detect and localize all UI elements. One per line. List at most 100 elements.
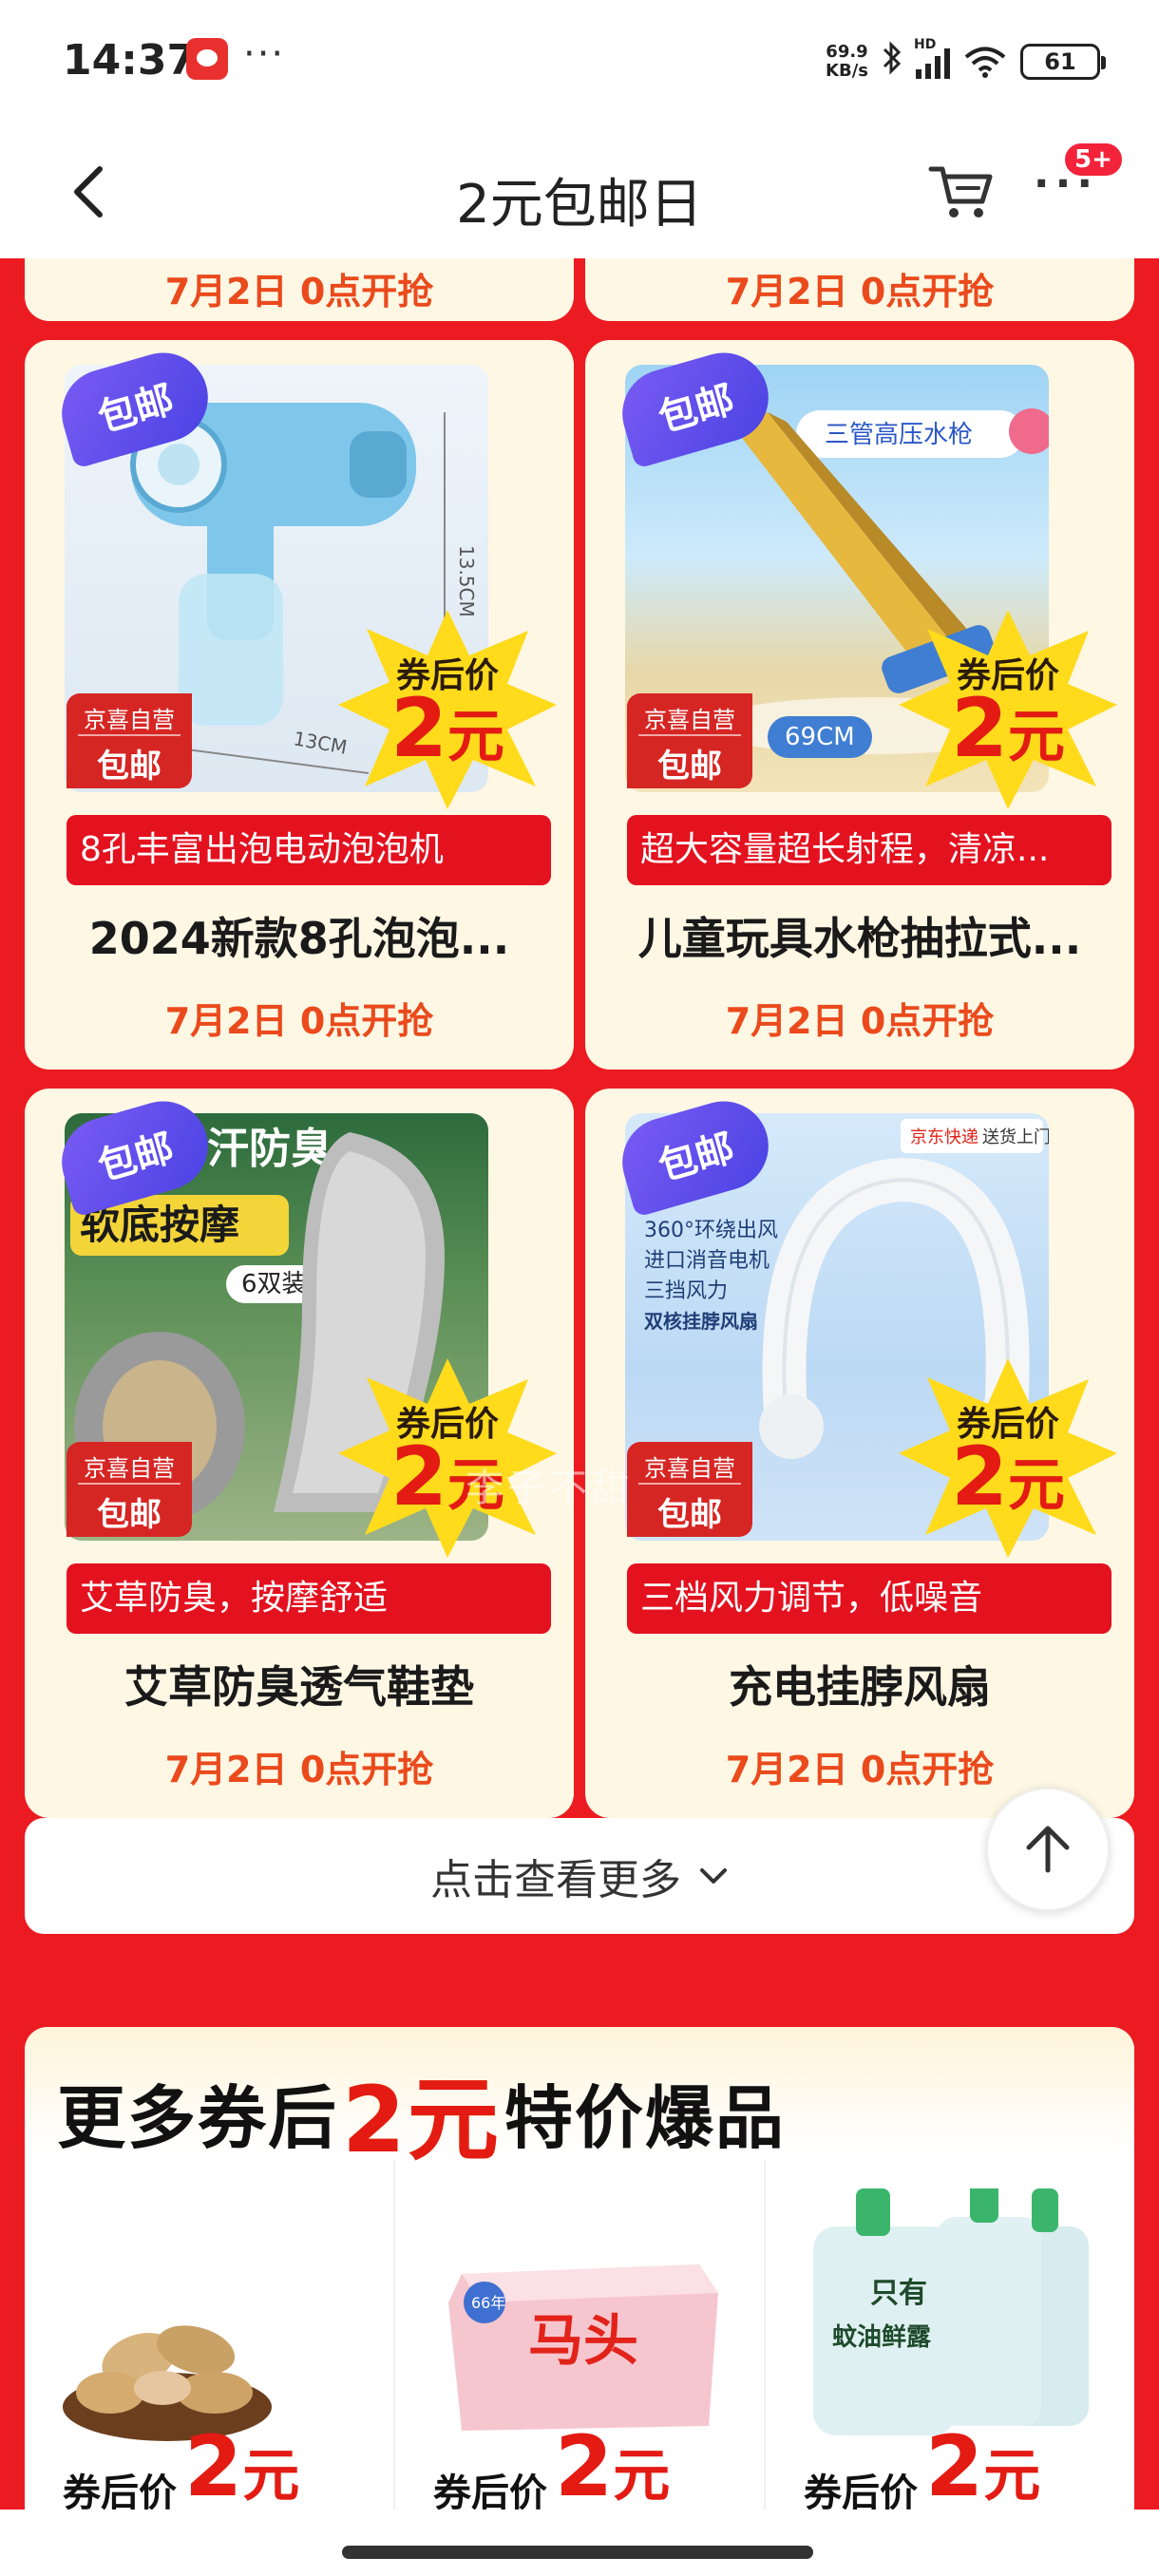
jd-badge-line1: 京喜自营: [78, 693, 180, 736]
price-unit: 元: [242, 2443, 300, 2510]
system-home-bar: [0, 2510, 1159, 2576]
coupon-price: 2元: [555, 2422, 670, 2510]
jd-badge-line1: 京喜自营: [638, 1442, 741, 1485]
product-card-partial[interactable]: 7月2日 0点开抢: [585, 258, 1134, 321]
hot-title-highlight: 2元: [342, 2046, 501, 2178]
sale-start-time: 7月2日 0点开抢: [164, 271, 434, 313]
more-notifications-icon: ···: [243, 32, 286, 76]
price-value: 2: [390, 681, 447, 776]
image-feature: 360°环绕出风: [644, 1219, 778, 1242]
price-value: 2: [951, 1430, 1008, 1525]
signal-icon: HD: [914, 37, 950, 79]
hot-title-prefix: 更多券后: [57, 2078, 339, 2158]
bluetooth-icon: [882, 40, 902, 84]
page-header: 2元包邮日 ··· 5+: [0, 125, 1159, 258]
image-brand-label: 只有: [870, 2277, 927, 2310]
image-product-label: 三管高压水枪: [825, 421, 973, 449]
load-more-label: 点击查看更多: [430, 1856, 681, 1904]
status-indicators: 69.9 KB/s HD 61: [826, 37, 1106, 85]
image-shipping-label: 送货上门: [982, 1127, 1049, 1147]
price-unit: 元: [446, 704, 504, 770]
price-value: 2: [555, 2417, 614, 2510]
price-unit: 元: [983, 2443, 1041, 2510]
jd-badge-line2: 包邮: [97, 1496, 162, 1534]
price-unit: 元: [1007, 1452, 1065, 1519]
back-to-top-button[interactable]: [986, 1788, 1110, 1911]
hot-deals-section: 更多券后 2元 特价爆品 券后价 2元 66年 马头 券后价 2元 只有 蚊油鲜…: [25, 2027, 1134, 2510]
product-card-partial[interactable]: 7月2日 0点开抢: [25, 258, 574, 321]
chevron-down-icon: [700, 1868, 727, 1884]
status-time: 14:37: [63, 36, 197, 85]
hot-deal-item[interactable]: 券后价 2元: [25, 2160, 395, 2510]
coupon-price: 2元: [899, 686, 1117, 780]
sale-start-time: 7月2日 0点开抢: [164, 1749, 434, 1790]
coupon-price-burst: 券后价 2元: [338, 610, 557, 809]
image-feature: 双核挂脖风扇: [644, 1310, 758, 1333]
image-dimension-label: 13.5CM: [455, 545, 478, 617]
price-value: 2: [951, 681, 1008, 776]
selling-point-tag: 8孔丰富出泡电动泡泡机: [66, 815, 551, 885]
image-dimension-label: 69CM: [785, 723, 855, 751]
coupon-price: 2元: [338, 686, 557, 780]
coupon-price-label: 券后价: [433, 2472, 547, 2510]
sale-start-time: 7月2日 0点开抢: [725, 271, 995, 313]
jd-badge-line2: 包邮: [657, 748, 722, 786]
product-name[interactable]: 艾草防臭透气鞋垫: [44, 1653, 555, 1715]
image-pack-label: 6双装: [241, 1270, 307, 1298]
hot-deals-list: 券后价 2元 66年 马头 券后价 2元 只有 蚊油鲜露 券后价 2元: [25, 2160, 1134, 2510]
cart-button[interactable]: [923, 150, 999, 226]
image-product-label: 蚊油鲜露: [832, 2322, 932, 2352]
coupon-price-label: 券后价: [804, 2472, 918, 2510]
network-speed: 69.9 KB/s: [826, 43, 868, 81]
jd-badge-line1: 京喜自营: [638, 693, 741, 736]
selling-point-tag: 三档风力调节，低噪音: [627, 1563, 1112, 1634]
hot-deal-item[interactable]: 只有 蚊油鲜露 券后价 2元: [766, 2160, 1134, 2510]
battery-level: 61: [1044, 48, 1076, 75]
product-name[interactable]: 儿童玩具水枪抽拉式...: [604, 904, 1115, 967]
hot-deal-price: 券后价 2元: [433, 2407, 670, 2510]
watermark: 李子不甜: [466, 1467, 633, 1510]
app-notification-icon: [186, 38, 228, 80]
price-unit: 元: [613, 2443, 671, 2510]
image-feature: 进口消音电机: [644, 1249, 770, 1273]
image-brand-label: 马头: [528, 2308, 638, 2373]
jd-badge-line1: 京喜自营: [78, 1442, 180, 1485]
network-speed-value: 69.9: [826, 42, 868, 62]
cart-icon: [928, 166, 993, 218]
coupon-price: 2元: [184, 2422, 299, 2510]
coupon-price: 2元: [899, 1434, 1117, 1528]
sale-start-time: 7月2日 0点开抢: [164, 1000, 434, 1042]
hot-title-suffix: 特价爆品: [504, 2078, 786, 2158]
status-bar: 14:37 ··· 69.9 KB/s HD 61: [0, 0, 1159, 125]
price-unit: 元: [1007, 704, 1065, 770]
price-value: 2: [184, 2417, 243, 2510]
product-card[interactable]: 京东快递 送货上门 360°环绕出风 进口消音电机 三挡风力 双核挂脖风扇 包邮…: [585, 1089, 1134, 1818]
battery-icon: 61: [1020, 44, 1106, 80]
activity-content: 7月2日 0点开抢 7月2日 0点开抢 13.5CM 13CM 包邮 京喜自营 …: [0, 258, 1159, 2510]
wifi-icon: [964, 47, 1006, 78]
home-indicator[interactable]: [342, 2546, 813, 2559]
hot-deal-item[interactable]: 66年 马头 券后价 2元: [395, 2160, 766, 2510]
product-card[interactable]: 汗防臭 软底按摩 6双装 包邮 京喜自营 包邮 券后价 2元 艾草防臭，按摩舒适…: [25, 1089, 574, 1818]
hot-deal-price: 券后价 2元: [63, 2407, 299, 2510]
product-card[interactable]: 三管高压水枪 69CM 包邮 京喜自营 包邮 券后价 2元 超大容量超长射程，清…: [585, 340, 1134, 1070]
image-product-label: 汗防臭: [207, 1125, 332, 1173]
price-value: 2: [925, 2417, 984, 2510]
product-name[interactable]: 充电挂脖风扇: [604, 1653, 1115, 1715]
image-feature: 三挡风力: [644, 1279, 728, 1303]
sale-start-time: 7月2日 0点开抢: [725, 1749, 995, 1790]
sale-start-time: 7月2日 0点开抢: [725, 1000, 995, 1042]
network-type-label: HD: [914, 37, 937, 52]
product-name[interactable]: 2024新款8孔泡泡...: [44, 904, 555, 967]
hot-deals-header: 更多券后 2元 特价爆品: [25, 2027, 1134, 2173]
coupon-price: 2元: [925, 2422, 1040, 2510]
load-more-button[interactable]: 点击查看更多: [25, 1818, 1134, 1934]
arrow-up-icon: [1026, 1826, 1070, 1873]
jd-self-operated-badge: 京喜自营 包邮: [627, 693, 752, 788]
coupon-price-burst: 券后价 2元: [899, 1358, 1117, 1558]
image-shipping-label: 京东快递: [910, 1127, 978, 1147]
hot-deals-title: 更多券后 2元 特价爆品: [57, 2046, 786, 2178]
image-brand-label: 66年: [471, 2294, 505, 2312]
product-card[interactable]: 13.5CM 13CM 包邮 京喜自营 包邮 券后价 2元 8孔丰富出泡电动泡泡…: [25, 340, 574, 1070]
selling-point-tag: 艾草防臭，按摩舒适: [66, 1563, 551, 1634]
